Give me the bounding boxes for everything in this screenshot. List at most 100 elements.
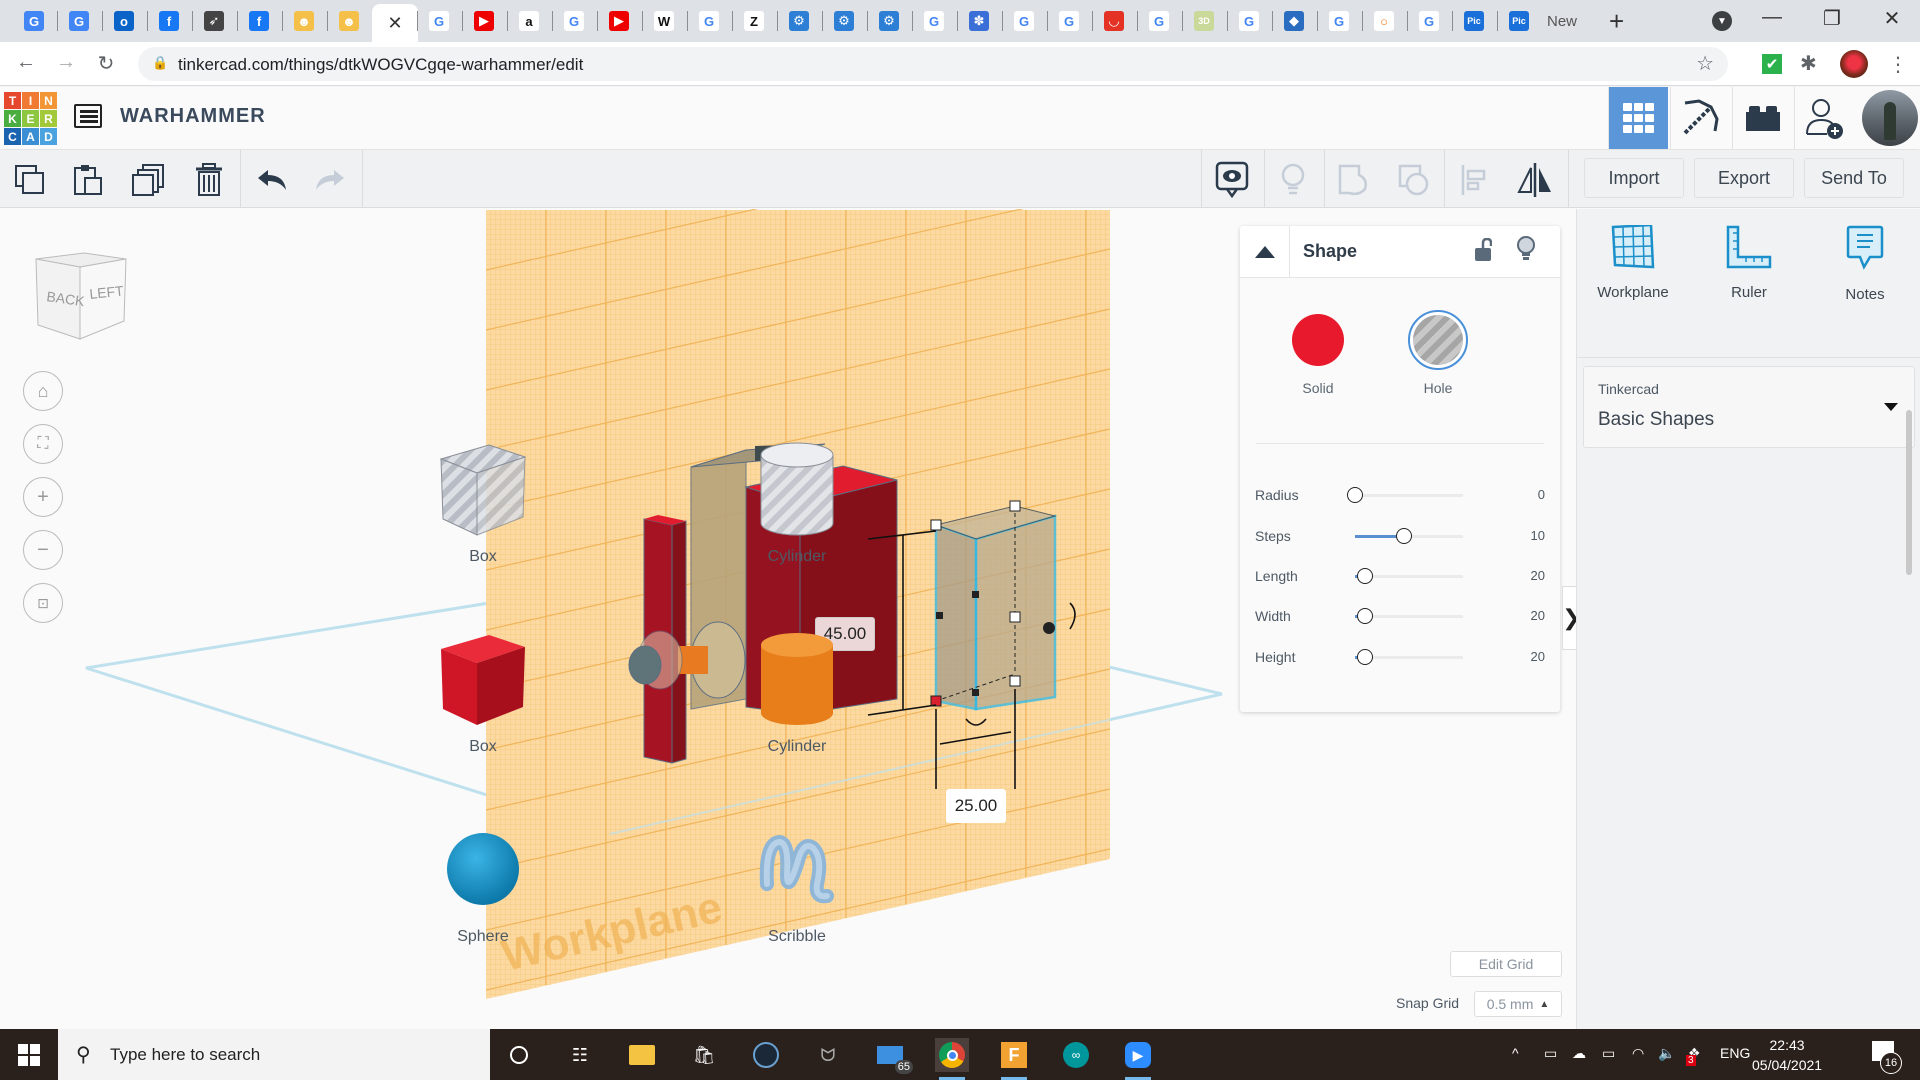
copy-button[interactable] [12,162,48,198]
zoom-out-button[interactable]: − [23,530,63,570]
shape-item-scribble[interactable]: Scribble [727,814,867,946]
browser-tab[interactable]: Pic [1452,4,1496,38]
slider-handle[interactable] [1356,568,1373,584]
browser-tab[interactable]: 3D [1182,4,1226,38]
store-button[interactable]: 🛍 [687,1038,721,1072]
browser-tab[interactable]: a [507,4,551,38]
show-hidden-icons[interactable]: ^ [1512,1045,1519,1061]
slider-handle[interactable] [1356,608,1373,624]
mirror-button[interactable] [1516,162,1552,198]
shape-item-cylinder-solid[interactable]: Cylinder [727,624,867,756]
width-dimension-input[interactable]: 25.00 [946,789,1006,823]
radius-slider[interactable] [1347,487,1463,503]
browser-tab[interactable]: ☻ [282,4,326,38]
browser-tab[interactable]: ⚙ [867,4,911,38]
browser-tab[interactable]: Z [732,4,776,38]
arduino-button[interactable]: ∞ [1059,1038,1093,1072]
tab-search-button[interactable]: ▼ [1712,11,1732,31]
property-value[interactable]: 20 [1531,568,1545,583]
file-explorer-button[interactable] [625,1038,659,1072]
browser-tab[interactable]: f [237,4,281,38]
height-slider[interactable] [1355,649,1463,665]
browser-tab[interactable]: G [1002,4,1046,38]
checkmark-extension-icon[interactable]: ✔ [1762,54,1782,74]
address-bar[interactable]: 🔒 tinkercad.com/things/dtkWOGVCgqe-warha… [138,47,1728,81]
invite-user-button[interactable] [1794,87,1854,149]
meet-now-icon[interactable]: ▭ [1544,1045,1557,1062]
browser-tab[interactable]: ▶ [597,4,641,38]
undo-button[interactable] [254,162,290,198]
browser-tab[interactable]: ⚙ [777,4,821,38]
slider-handle[interactable] [1347,487,1363,503]
shapes-scrollbar[interactable] [1906,410,1912,575]
workplane-tool[interactable]: Workplane [1583,223,1683,301]
collapse-panel-button[interactable] [1240,226,1290,278]
close-tab-icon[interactable]: ✕ [387,13,402,34]
new-tab-button[interactable]: + [1609,6,1624,37]
browser-tab[interactable]: W [642,4,686,38]
solid-option[interactable]: Solid [1278,314,1358,396]
snap-grid-select[interactable]: 0.5 mm ▲ [1474,991,1562,1017]
dropbox-icon[interactable]: ❖ 3 [1686,1045,1701,1066]
browser-tab[interactable]: G [1227,4,1271,38]
mail-button[interactable]: 65 [873,1038,913,1074]
ruler-tool[interactable]: Ruler [1699,225,1799,301]
browser-tab[interactable]: ◡ [1092,4,1136,38]
chrome-button[interactable] [935,1038,969,1080]
back-button[interactable]: ← [12,51,40,74]
shape-item-box-solid[interactable]: Box [413,624,553,756]
steam-button[interactable] [749,1038,783,1072]
taskbar-search[interactable]: ⚲ Type here to search [58,1029,490,1080]
onedrive-icon[interactable]: ☁ [1572,1045,1586,1062]
user-avatar[interactable] [1862,90,1918,146]
3d-design-view-button[interactable] [1608,87,1668,149]
close-window-button[interactable]: ✕ [1872,6,1912,31]
cortana-button[interactable] [502,1038,536,1072]
browser-tab[interactable]: ○ [1362,4,1406,38]
import-button[interactable]: Import [1584,158,1684,198]
wifi-icon[interactable]: ◠ [1632,1045,1644,1062]
length-slider[interactable] [1355,568,1463,584]
property-value[interactable]: 20 [1531,649,1545,664]
browser-tab[interactable]: G [12,4,56,38]
notes-tool[interactable]: Notes [1815,225,1915,303]
browser-tab[interactable]: New [1542,4,1582,38]
send-to-button[interactable]: Send To [1804,158,1904,198]
property-value[interactable]: 20 [1531,608,1545,623]
browser-tab[interactable]: G [1407,4,1451,38]
browser-tab[interactable]: Pic [1497,4,1541,38]
notes-toggle-button[interactable] [1214,161,1250,199]
zoom-app-button[interactable]: ▶ [1121,1038,1155,1080]
volume-icon[interactable]: 🔈 [1658,1045,1675,1062]
browser-tab[interactable]: G [1137,4,1181,38]
home-view-button[interactable]: ⌂ [23,371,63,411]
browser-tab[interactable]: ⚙ [822,4,866,38]
shape-item-box-hole[interactable]: Box [413,434,553,566]
ungroup-button[interactable] [1396,162,1432,198]
solid-color-swatch[interactable] [1292,314,1344,366]
browser-tab[interactable]: G [417,4,461,38]
hole-option[interactable]: Hole [1398,310,1478,396]
fusion-button[interactable]: F [997,1038,1031,1080]
browser-profile-avatar[interactable] [1840,50,1868,78]
blocks-view-button[interactable] [1670,87,1730,149]
reload-button[interactable]: ↻ [92,51,120,76]
start-button[interactable] [18,1044,40,1071]
browser-tab[interactable]: G [1317,4,1361,38]
browser-tab[interactable]: G [912,4,956,38]
url-text[interactable]: tinkercad.com/things/dtkWOGVCgqe-warhamm… [178,55,583,75]
redo-button[interactable] [312,162,348,198]
view-cube[interactable]: BACK LEFT [32,249,128,349]
fit-view-button[interactable]: ⛶ [23,424,63,464]
browser-tab[interactable]: G [687,4,731,38]
extensions-puzzle-icon[interactable]: ✱ [1800,51,1817,76]
browser-tab[interactable]: ✽ [957,4,1001,38]
property-value[interactable]: 0 [1538,487,1545,502]
forward-button[interactable]: → [52,51,80,74]
browser-tab[interactable]: f [147,4,191,38]
selected-hole-box[interactable] [930,500,1057,711]
browser-tab[interactable]: ◆ [1272,4,1316,38]
shape-item-sphere[interactable]: Sphere [413,814,553,946]
delete-button[interactable] [191,162,227,198]
unlock-button[interactable] [1474,237,1493,267]
